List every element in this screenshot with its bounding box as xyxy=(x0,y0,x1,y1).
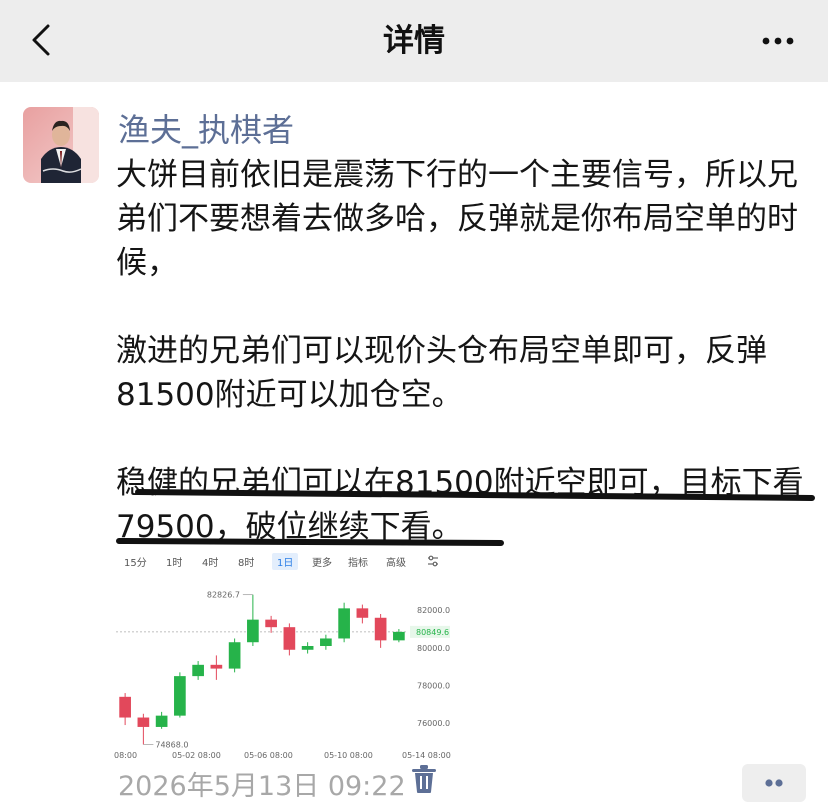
tab-1d[interactable]: 1日 xyxy=(272,553,299,570)
y-tick-label: 80000.0 xyxy=(417,644,450,653)
candle-body xyxy=(356,608,369,618)
candle-body xyxy=(119,696,131,718)
candle-body xyxy=(283,627,296,650)
tab-1h[interactable]: 1时 xyxy=(166,554,182,569)
tab-advanced[interactable]: 高级 xyxy=(386,554,406,569)
author-name[interactable]: 渔夫_执棋者 xyxy=(118,105,294,151)
candle-body xyxy=(247,619,259,643)
candle-body xyxy=(155,715,168,727)
tab-indicators[interactable]: 指标 xyxy=(348,554,368,569)
low-price-label: 74868.0 xyxy=(155,740,188,749)
two-dots-icon xyxy=(765,779,783,787)
last-price-label: 80849.6 xyxy=(416,628,449,637)
x-tick-label: 05-10 08:00 xyxy=(324,751,373,760)
high-price-label: 82826.7 xyxy=(207,591,240,600)
nav-bar: 详情 xyxy=(0,0,828,82)
post-paragraph: 大饼目前依旧是震荡下行的一个主要信号，所以兄弟们不要想着去做多哈，反弹就是你布局… xyxy=(116,157,798,281)
chart-timeframe-tabs: 15分 1时 4时 8时 1日 更多 指标 高级 xyxy=(112,548,452,574)
page-title: 详情 xyxy=(383,23,445,59)
candle-body xyxy=(210,664,223,669)
candle-body xyxy=(265,619,277,628)
post-paragraph: 激进的兄弟们可以现价头仓布局空单即可，反弹81500附近可以加仓空。 xyxy=(116,333,767,413)
trash-icon[interactable] xyxy=(410,764,438,794)
candle-body xyxy=(393,631,405,641)
candle-body xyxy=(338,608,350,639)
comment-like-button[interactable] xyxy=(742,764,806,802)
tab-15m[interactable]: 15分 xyxy=(124,554,147,569)
chart-settings-icon[interactable] xyxy=(426,554,440,568)
post-paragraph: 稳健的兄弟们可以在81500附近空即可，目标下看79500，破位继续下看。 xyxy=(116,465,804,545)
x-tick-label: 05-02 08:00 xyxy=(172,751,221,760)
more-options-icon[interactable] xyxy=(758,26,798,56)
x-tick-label: 05-06 08:00 xyxy=(244,751,293,760)
y-tick-label: 78000.0 xyxy=(417,682,450,691)
y-tick-label: 76000.0 xyxy=(417,719,450,728)
candle-body xyxy=(301,646,314,650)
x-tick-label: 08:00 xyxy=(114,751,137,760)
tab-8h[interactable]: 8时 xyxy=(238,554,254,569)
candle-body xyxy=(192,664,204,677)
candle-body xyxy=(374,617,387,641)
candle-body xyxy=(228,642,241,669)
candle-body xyxy=(137,717,150,727)
post-timestamp: 2026年5月13日 09:22 xyxy=(118,771,406,802)
candle-body xyxy=(320,638,332,646)
candle-body xyxy=(174,676,186,716)
x-tick-label: 05-14 08:00 xyxy=(402,751,451,760)
y-tick-label: 82000.0 xyxy=(417,606,450,615)
avatar[interactable] xyxy=(23,107,99,183)
tab-more[interactable]: 更多 xyxy=(312,554,332,569)
tab-4h[interactable]: 4时 xyxy=(202,554,218,569)
candlestick-chart: 82000.0 80000.0 78000.0 76000.0 80849.6 82826… xyxy=(114,591,451,760)
price-chart-image[interactable]: 15分 1时 4时 8时 1日 更多 指标 高级 82000.0 80000.0 7… xyxy=(112,548,452,762)
